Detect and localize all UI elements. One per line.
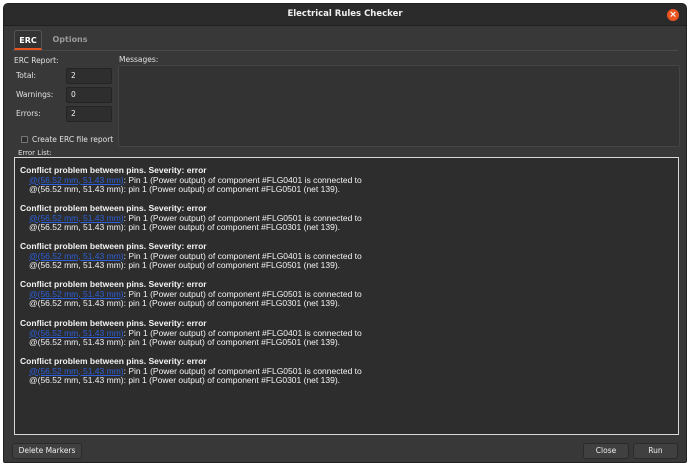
delete-markers-button[interactable]: Delete Markers <box>12 443 82 459</box>
error-list-label: Error List: <box>18 149 52 157</box>
tab-options[interactable]: Options <box>50 30 90 50</box>
warnings-label: Warnings: <box>16 90 54 99</box>
close-button[interactable]: Close <box>583 443 629 459</box>
error-detail-secondary: @(56.52 mm, 51.43 mm): pin 1 (Power outp… <box>29 260 341 270</box>
error-detail: : Pin 1 (Power output) of component #FLG… <box>123 174 362 185</box>
total-row: Total: 2 <box>16 68 112 84</box>
create-erc-file-label[interactable]: Create ERC file report <box>32 135 113 144</box>
errors-row: Errors: 2 <box>16 106 112 122</box>
error-list-panel[interactable]: Conflict problem between pins. Severity:… <box>14 157 679 435</box>
create-erc-file-checkbox[interactable] <box>21 136 28 143</box>
error-detail-secondary: @(56.52 mm, 51.43 mm): pin 1 (Power outp… <box>29 375 341 385</box>
error-item: Conflict problem between pins. Severity:… <box>20 356 660 386</box>
error-item: Conflict problem between pins. Severity:… <box>20 241 660 271</box>
total-label: Total: <box>16 71 37 80</box>
error-location-link[interactable]: @(56.52 mm, 51.43 mm) <box>29 289 124 299</box>
errors-value: 2 <box>66 106 112 122</box>
errors-label: Errors: <box>16 109 41 118</box>
messages-label: Messages: <box>119 55 159 64</box>
tab-erc[interactable]: ERC <box>14 30 42 50</box>
erc-dialog: Electrical Rules Checker × ERC Options E… <box>3 3 687 463</box>
warnings-value: 0 <box>66 87 112 103</box>
error-location-link[interactable]: @(56.52 mm, 51.43 mm) <box>29 213 124 223</box>
error-item: Conflict problem between pins. Severity:… <box>20 279 660 309</box>
erc-report-label: ERC Report: <box>14 56 59 65</box>
error-detail-secondary: @(56.52 mm, 51.43 mm): pin 1 (Power outp… <box>29 298 341 308</box>
error-item: Conflict problem between pins. Severity:… <box>20 203 660 233</box>
error-location-link[interactable]: @(56.52 mm, 51.43 mm) <box>29 175 124 185</box>
error-location-link[interactable]: @(56.52 mm, 51.43 mm) <box>29 328 124 338</box>
error-detail: : Pin 1 (Power output) of component #FLG… <box>123 288 362 299</box>
error-item: Conflict problem between pins. Severity:… <box>20 318 660 348</box>
tab-divider <box>12 50 678 51</box>
error-detail-secondary: @(56.52 mm, 51.43 mm): pin 1 (Power outp… <box>29 337 341 347</box>
error-detail: : Pin 1 (Power output) of component #FLG… <box>123 212 362 223</box>
messages-panel[interactable] <box>118 65 680 147</box>
total-value: 2 <box>66 68 112 84</box>
error-location-link[interactable]: @(56.52 mm, 51.43 mm) <box>29 366 124 376</box>
error-item: Conflict problem between pins. Severity:… <box>20 165 660 195</box>
error-detail-secondary: @(56.52 mm, 51.43 mm): pin 1 (Power outp… <box>29 222 341 232</box>
error-detail: : Pin 1 (Power output) of component #FLG… <box>123 327 362 338</box>
warnings-row: Warnings: 0 <box>16 87 112 103</box>
error-detail: : Pin 1 (Power output) of component #FLG… <box>123 365 362 376</box>
error-detail: : Pin 1 (Power output) of component #FLG… <box>123 250 362 261</box>
window-close-icon[interactable]: × <box>667 9 679 21</box>
run-button[interactable]: Run <box>633 443 678 459</box>
window-title: Electrical Rules Checker <box>287 9 403 19</box>
title-bar[interactable]: Electrical Rules Checker × <box>4 4 686 26</box>
error-detail-secondary: @(56.52 mm, 51.43 mm): pin 1 (Power outp… <box>29 184 341 194</box>
error-location-link[interactable]: @(56.52 mm, 51.43 mm) <box>29 251 124 261</box>
